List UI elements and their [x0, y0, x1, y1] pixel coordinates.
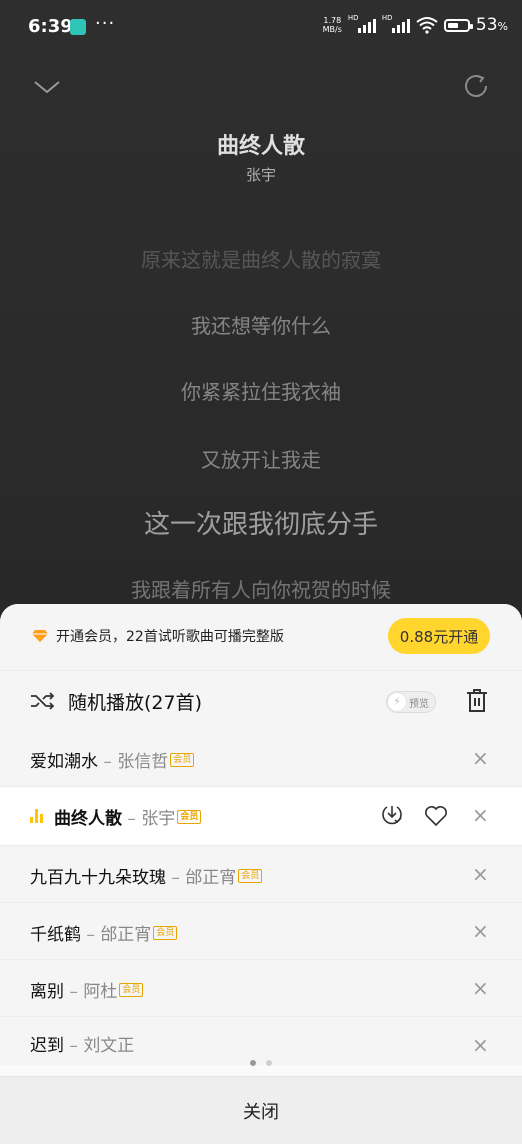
- remove-icon[interactable]: ×: [472, 803, 489, 827]
- page-indicator: [0, 1060, 522, 1066]
- signal-2-icon: HD: [382, 14, 410, 33]
- refresh-icon[interactable]: [462, 72, 490, 100]
- playlist-sheet: 开通会员，22首试听歌曲可播完整版 0.88元开通 随机播放(27首) ⚡ 预览: [0, 604, 522, 1144]
- signal-1-icon: HD: [348, 14, 376, 33]
- song-item-title: 离别 – 阿杜 会员: [30, 977, 144, 1002]
- song-title: 曲终人散: [216, 134, 305, 159]
- lyric-line: 又放开让我走: [201, 448, 321, 472]
- lyric-line: 原来这就是曲终人散的寂寞: [141, 248, 381, 272]
- song-item-title: 迟到 – 刘文正: [30, 1036, 135, 1056]
- remove-icon[interactable]: ×: [472, 746, 489, 770]
- preview-toggle[interactable]: ⚡ 预览: [386, 691, 436, 713]
- vip-open-button[interactable]: 0.88元开通: [388, 618, 490, 654]
- remove-icon[interactable]: ×: [472, 1033, 489, 1057]
- network-speed: 1.78 MB/s: [322, 16, 342, 34]
- current-lyric-line: 这一次跟我彻底分手: [143, 510, 378, 540]
- more-notifications-icon: ···: [95, 13, 116, 34]
- playlist: 爱如潮水 – 张信哲 会员 × 曲终人散 – 张宇 会员 × 九百九十九朵玫瑰 – …: [0, 730, 522, 1065]
- page-dot: [266, 1060, 272, 1066]
- trash-icon[interactable]: [466, 688, 488, 714]
- battery-percent: 53%: [475, 15, 508, 35]
- status-indicators: 1.78 MB/s HD HD 53%: [322, 14, 508, 35]
- playlist-item[interactable]: 迟到 – 刘文正 ×: [0, 1017, 522, 1065]
- vip-promo-text: 开通会员，22首试听歌曲可播完整版: [56, 629, 284, 645]
- remove-icon[interactable]: ×: [472, 919, 489, 943]
- page-dot-active: [250, 1060, 256, 1066]
- heart-icon[interactable]: [424, 805, 448, 827]
- download-icon[interactable]: [380, 803, 404, 827]
- play-mode-label[interactable]: 随机播放(27首): [68, 688, 202, 715]
- close-button[interactable]: 关闭: [0, 1076, 522, 1144]
- playing-indicator-icon: [30, 809, 44, 823]
- vip-badge: 会员: [170, 753, 195, 767]
- vip-promo-bar: 开通会员，22首试听歌曲可播完整版 0.88元开通: [0, 604, 522, 670]
- playlist-item-playing[interactable]: 曲终人散 – 张宇 会员 ×: [0, 787, 522, 846]
- remove-icon[interactable]: ×: [472, 862, 489, 886]
- lightning-icon: ⚡: [388, 693, 406, 711]
- song-item-title: 爱如潮水 – 张信哲 会员: [30, 747, 195, 772]
- playlist-item[interactable]: 千纸鹤 – 邰正宵 会员 ×: [0, 903, 522, 960]
- vip-badge: 会员: [177, 810, 202, 824]
- vip-badge: 会员: [119, 983, 144, 997]
- remove-icon[interactable]: ×: [472, 976, 489, 1000]
- lyric-line: 我还想等你什么: [191, 314, 331, 338]
- playlist-header: 随机播放(27首) ⚡ 预览: [0, 670, 522, 731]
- battery-icon: [443, 18, 473, 32]
- status-time: 6:39: [28, 16, 73, 37]
- status-bar: 6:39 ··· 1.78 MB/s HD HD 53%: [0, 0, 522, 50]
- vip-badge: 会员: [153, 926, 178, 940]
- vip-badge: 会员: [238, 869, 263, 883]
- song-item-title: 九百九十九朵玫瑰 – 邰正宵 会员: [30, 863, 263, 888]
- lyric-line: 我跟着所有人向你祝贺的时候: [131, 578, 391, 602]
- collapse-chevron-icon[interactable]: [32, 76, 62, 98]
- playlist-item[interactable]: 九百九十九朵玫瑰 – 邰正宵 会员 ×: [0, 846, 522, 903]
- shuffle-icon[interactable]: [30, 691, 55, 711]
- notification-app-icon: [70, 19, 86, 35]
- wifi-icon: [416, 16, 438, 34]
- diamond-icon: [32, 628, 48, 642]
- playlist-item[interactable]: 爱如潮水 – 张信哲 会员 ×: [0, 730, 522, 787]
- playlist-item[interactable]: 离别 – 阿杜 会员 ×: [0, 960, 522, 1017]
- lyric-line: 你紧紧拉住我衣袖: [181, 380, 341, 404]
- song-item-title: 曲终人散 – 张宇 会员: [54, 804, 202, 829]
- song-item-title: 千纸鹤 – 邰正宵 会员: [30, 920, 178, 945]
- song-artist: 张宇: [245, 166, 276, 184]
